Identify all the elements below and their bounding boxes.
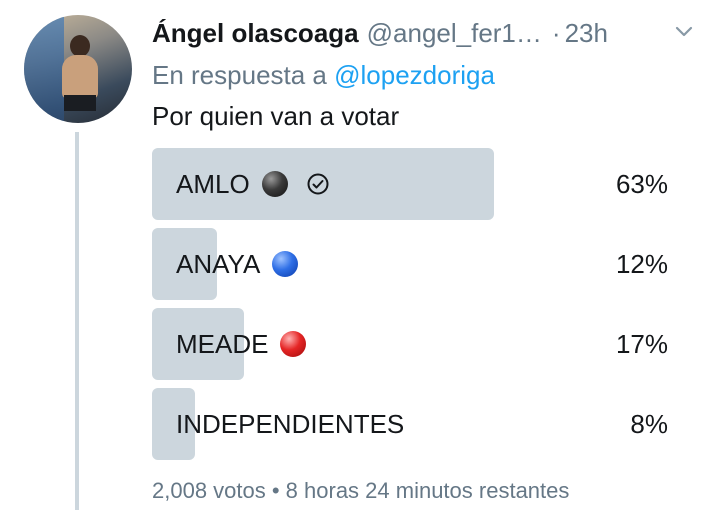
thread-line (75, 132, 79, 510)
avatar-background (24, 15, 64, 123)
poll-option-amlo[interactable]: AMLO 63% (152, 148, 672, 220)
reply-prefix: En respuesta a (152, 60, 327, 90)
avatar[interactable] (24, 15, 132, 123)
poll-option-percent: 8% (630, 408, 668, 439)
reply-mention-link[interactable]: @lopezdoriga (334, 60, 495, 90)
red-circle-icon (280, 331, 307, 357)
user-handle[interactable]: @angel_fer1… (367, 18, 542, 49)
poll-option-label: ANAYA (176, 248, 261, 279)
avatar-figure-head (70, 35, 90, 57)
poll-option-percent: 12% (615, 248, 668, 279)
poll-option-percent: 63% (615, 168, 668, 199)
poll-option-label-row: AMLO (176, 148, 330, 220)
reply-context: En respuesta a @lopezdoriga (152, 60, 495, 91)
poll-option-independientes[interactable]: INDEPENDIENTES 8% (152, 388, 672, 460)
header-separator: · (551, 17, 561, 48)
poll: AMLO 63% ANAYA 12% MEADE 17% INDEPENDIEN… (152, 148, 672, 468)
poll-option-meade[interactable]: MEADE 17% (152, 308, 672, 380)
poll-option-label-row: MEADE (176, 308, 307, 380)
black-circle-icon (261, 171, 288, 197)
avatar-figure-body (62, 55, 98, 99)
poll-option-label: INDEPENDIENTES (176, 408, 405, 439)
chevron-down-icon[interactable] (674, 22, 694, 42)
blue-circle-icon (272, 251, 299, 277)
poll-footer: 2,008 votos • 8 horas 24 minutos restant… (152, 478, 570, 503)
poll-option-label: MEADE (176, 328, 269, 359)
check-circle-icon (307, 173, 329, 195)
poll-option-anaya[interactable]: ANAYA 12% (152, 228, 672, 300)
poll-option-percent: 17% (615, 328, 668, 359)
poll-option-label-row: INDEPENDIENTES (176, 388, 404, 460)
tweet-header: Ángel olascoaga @angel_fer1… · 23h (152, 14, 608, 52)
poll-option-label: AMLO (176, 168, 250, 199)
timestamp[interactable]: 23h (565, 18, 608, 49)
poll-option-label-row: ANAYA (176, 228, 299, 300)
avatar-figure-shorts (64, 95, 96, 111)
tweet-text: Por quien van a votar (152, 101, 400, 131)
display-name[interactable]: Ángel olascoaga (152, 18, 359, 49)
